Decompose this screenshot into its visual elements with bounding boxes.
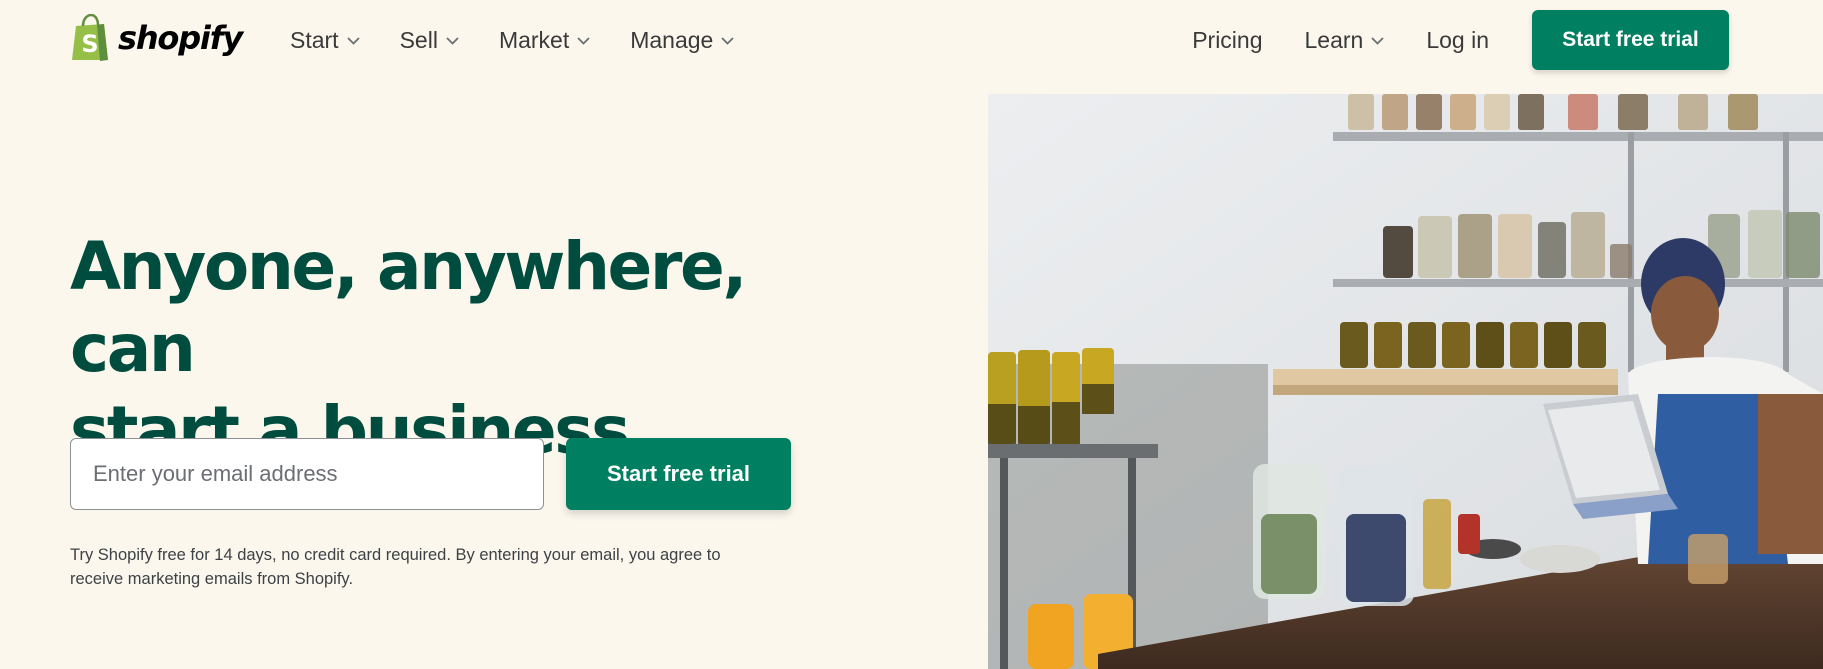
svg-text:S: S	[81, 30, 98, 58]
nav-pricing[interactable]: Pricing	[1192, 22, 1262, 58]
disclaimer-line-2: receive marketing emails from Shopify.	[70, 570, 354, 588]
merchant-workshop-illustration	[988, 94, 1823, 669]
hero-start-trial-button[interactable]: Start free trial	[566, 438, 791, 510]
email-input[interactable]	[70, 438, 544, 510]
nav-pricing-label: Pricing	[1192, 26, 1263, 53]
secondary-nav: Pricing Learn Log in	[1192, 22, 1489, 58]
nav-sell-label: Sell	[399, 26, 438, 53]
site-header: S shopify Start Sell Market Manage Prici…	[0, 0, 1823, 82]
nav-start[interactable]: Start	[290, 22, 360, 58]
nav-market-label: Market	[498, 26, 570, 53]
hero-headline: Anyone, anywhere, can start a business	[70, 226, 830, 472]
chevron-down-icon	[446, 37, 459, 45]
shopping-bag-icon: S	[72, 14, 108, 61]
nav-learn-label: Learn	[1304, 26, 1364, 53]
chevron-down-icon	[577, 37, 590, 45]
headline-line-1: Anyone, anywhere, can	[70, 228, 747, 387]
nav-manage-label: Manage	[630, 26, 714, 53]
logo-wordmark: shopify	[118, 19, 243, 57]
chevron-down-icon	[1371, 37, 1384, 45]
shopify-logo[interactable]: S shopify	[70, 14, 243, 62]
nav-learn[interactable]: Learn	[1305, 22, 1385, 58]
disclaimer-line-1: Try Shopify free for 14 days, no credit …	[70, 546, 721, 564]
nav-login[interactable]: Log in	[1426, 22, 1489, 58]
primary-nav: Start Sell Market Manage	[290, 22, 734, 58]
chevron-down-icon	[346, 37, 360, 45]
nav-market[interactable]: Market	[499, 22, 590, 58]
nav-login-label: Log in	[1426, 26, 1489, 53]
nav-sell[interactable]: Sell	[400, 22, 459, 58]
chevron-down-icon	[721, 37, 734, 45]
header-start-trial-button[interactable]: Start free trial	[1532, 10, 1729, 70]
nav-start-label: Start	[290, 26, 339, 53]
middle-shelf-jars	[1383, 210, 1820, 278]
trial-disclaimer: Try Shopify free for 14 days, no credit …	[70, 543, 750, 591]
hero-photo	[988, 94, 1823, 669]
nav-manage[interactable]: Manage	[630, 22, 734, 58]
signup-form: Start free trial	[70, 438, 791, 510]
